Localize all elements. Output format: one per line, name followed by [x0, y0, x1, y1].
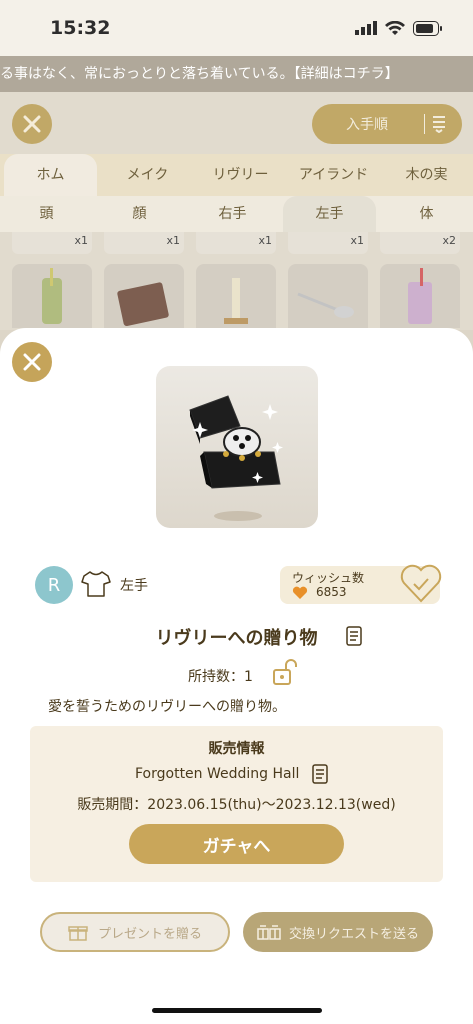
sale-info-box: 販売情報 Forgotten Wedding Hall 販売期間：2023.06… [30, 726, 443, 882]
item-name: リヴリーへの贈り物 [155, 628, 318, 649]
exchange-gift-icon [257, 925, 281, 940]
ring-box-icon [189, 395, 283, 521]
gacha-button[interactable]: ガチャへ [129, 824, 344, 864]
wish-heart-button[interactable] [398, 560, 444, 606]
wish-count: 6853 [316, 585, 347, 599]
trade-request-button[interactable]: 交換リクエストを送る [243, 912, 433, 952]
trade-label: 交換リクエストを送る [288, 926, 419, 942]
present-button[interactable]: プレゼントを贈る [40, 912, 230, 952]
unlock-icon[interactable] [272, 658, 298, 686]
document-icon[interactable] [312, 764, 328, 784]
item-image-frame [156, 366, 318, 528]
sale-period: 販売期間：2023.06.15(thu)〜2023.12.13(wed) [77, 797, 396, 813]
heart-icon [292, 586, 308, 599]
item-description: 愛を誓うためのリヴリーへの贈り物。 [48, 699, 286, 715]
wish-label: ウィッシュ数 [292, 571, 365, 585]
slot-label: 左手 [120, 578, 148, 594]
sale-source: Forgotten Wedding Hall [135, 766, 300, 782]
gift-icon [68, 926, 88, 941]
modal-backdrop[interactable] [0, 0, 473, 330]
close-icon [23, 353, 41, 371]
home-indicator[interactable] [152, 1008, 322, 1013]
item-detail-sheet: R 左手 ウィッシュ数 6853 リヴリーへの贈り物 所持数：1 愛を誓うための… [0, 328, 473, 1024]
owned-count: 所持数：1 [188, 669, 253, 685]
shirt-icon [81, 571, 111, 597]
document-icon[interactable] [346, 626, 362, 646]
close-button[interactable] [12, 342, 52, 382]
present-label: プレゼントを贈る [97, 926, 202, 942]
sale-title: 販売情報 [208, 741, 265, 757]
rarity-badge: R [35, 566, 73, 604]
